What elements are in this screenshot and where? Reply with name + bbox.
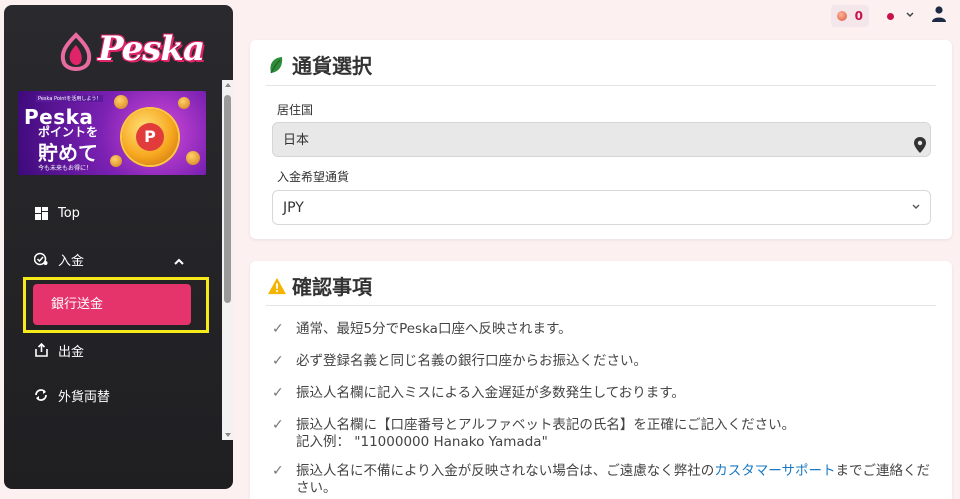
points-badge[interactable]: 0 — [830, 5, 869, 27]
dashboard-icon — [34, 206, 48, 220]
item-example: 記入例： "11000000 Hanako Yamada" — [296, 434, 548, 450]
currency-label: 入金希望通貨 — [277, 170, 350, 184]
coin-icon — [186, 151, 200, 165]
exchange-icon — [34, 388, 48, 402]
sidebar-item-deposit[interactable]: 入金 — [34, 249, 84, 269]
coin-icon — [110, 155, 122, 167]
check-icon: ✓ — [272, 353, 284, 369]
list-item: ✓ 振込人名に不備により入金が反映されない場合は、ご遠慮なく弊社のカスタマーサポ… — [272, 463, 936, 497]
warning-icon — [268, 276, 286, 296]
check-icon: ✓ — [272, 417, 284, 433]
scroll-down-arrow-icon[interactable] — [225, 433, 231, 437]
point-coin-icon — [836, 11, 847, 21]
banner-line-4: 今も未来もお得に！ — [38, 165, 93, 172]
sidebar-item-label: Top — [58, 205, 80, 221]
deposit-icon — [34, 252, 48, 266]
sidebar-item-label: 外貨両替 — [58, 389, 111, 405]
item-text: 振込人名に不備により入金が反映されない場合は、ご遠慮なく弊社の — [296, 463, 715, 479]
sidebar-item-withdraw[interactable]: 出金 — [34, 340, 84, 360]
country-label: 居住国 — [277, 103, 314, 117]
withdraw-icon — [34, 343, 48, 357]
card-title: 通貨選択 — [268, 50, 372, 79]
list-item: ✓ 振込人名欄に記入ミスによる入金遅延が多数発生しております。 — [272, 385, 685, 401]
leaf-icon — [268, 55, 286, 75]
list-item: ✓ 通常、最短5分でPeska口座へ反映されます。 — [272, 321, 572, 337]
currency-title: 通貨選択 — [292, 54, 372, 78]
sidebar-item-label: 入金 — [58, 253, 85, 269]
list-item: ✓ 必ず登録名義と同じ名義の銀行口座からお振込ください。 — [272, 353, 647, 369]
sidebar-item-label: 出金 — [58, 344, 85, 360]
currency-selection-card: 通貨選択 居住国 日本 入金希望通貨 JPY — [250, 40, 952, 239]
divider — [266, 85, 936, 86]
sidebar-item-top[interactable]: Top — [34, 203, 80, 223]
logo-text: Peska — [98, 29, 205, 69]
point-coin-icon: P — [122, 109, 178, 165]
divider — [266, 305, 936, 306]
sidebar: Peska Peska Pointを活用しよう！ Peska ポイントを 貯めて… — [4, 5, 233, 489]
check-icon: ✓ — [272, 463, 284, 479]
peska-logo[interactable]: Peska — [56, 29, 205, 75]
chevron-down-icon[interactable] — [906, 11, 914, 21]
banner-tag: Peska Pointを活用しよう！ — [36, 95, 104, 102]
promo-banner[interactable]: Peska Pointを活用しよう！ Peska ポイントを 貯めて 今も未来も… — [18, 91, 206, 175]
currency-select[interactable]: JPY — [272, 190, 931, 225]
check-icon: ✓ — [272, 385, 284, 401]
card-title: 確認事項 — [268, 271, 372, 300]
coin-icon — [114, 95, 128, 109]
sidebar-scrollbar[interactable] — [222, 80, 233, 440]
country-field: 日本 — [272, 122, 931, 157]
chevron-up-icon[interactable] — [174, 255, 184, 269]
coin-letter: P — [136, 123, 164, 151]
points-count: 0 — [854, 9, 863, 23]
highlight-box — [23, 277, 209, 333]
scroll-up-arrow-icon[interactable] — [225, 83, 231, 87]
check-icon: ✓ — [272, 321, 284, 337]
chevron-down-icon — [912, 191, 920, 226]
map-pin-icon — [914, 132, 926, 153]
customer-support-link[interactable]: カスタマーサポート — [714, 463, 835, 479]
country-value: 日本 — [283, 133, 310, 148]
scroll-thumb[interactable] — [224, 95, 231, 303]
confirmation-card: 確認事項 ✓ 通常、最短5分でPeska口座へ反映されます。 ✓ 必ず登録名義と… — [250, 261, 952, 499]
sidebar-item-exchange[interactable]: 外貨両替 — [34, 385, 110, 405]
header-actions: 0 — [830, 5, 946, 27]
language-flag-icon[interactable] — [887, 12, 894, 20]
coin-icon — [178, 97, 190, 109]
item-text: 振込人名欄に【口座番号とアルファベット表記の氏名】を正確にご記入ください。 — [296, 417, 796, 433]
confirm-title: 確認事項 — [292, 275, 372, 299]
user-icon[interactable] — [932, 6, 946, 26]
logo-mark-icon — [60, 32, 92, 71]
list-item: ✓ 振込人名欄に【口座番号とアルファベット表記の氏名】を正確にご記入ください。 … — [272, 417, 936, 451]
banner-line-3: 貯めて — [38, 141, 98, 165]
currency-value: JPY — [283, 200, 304, 216]
